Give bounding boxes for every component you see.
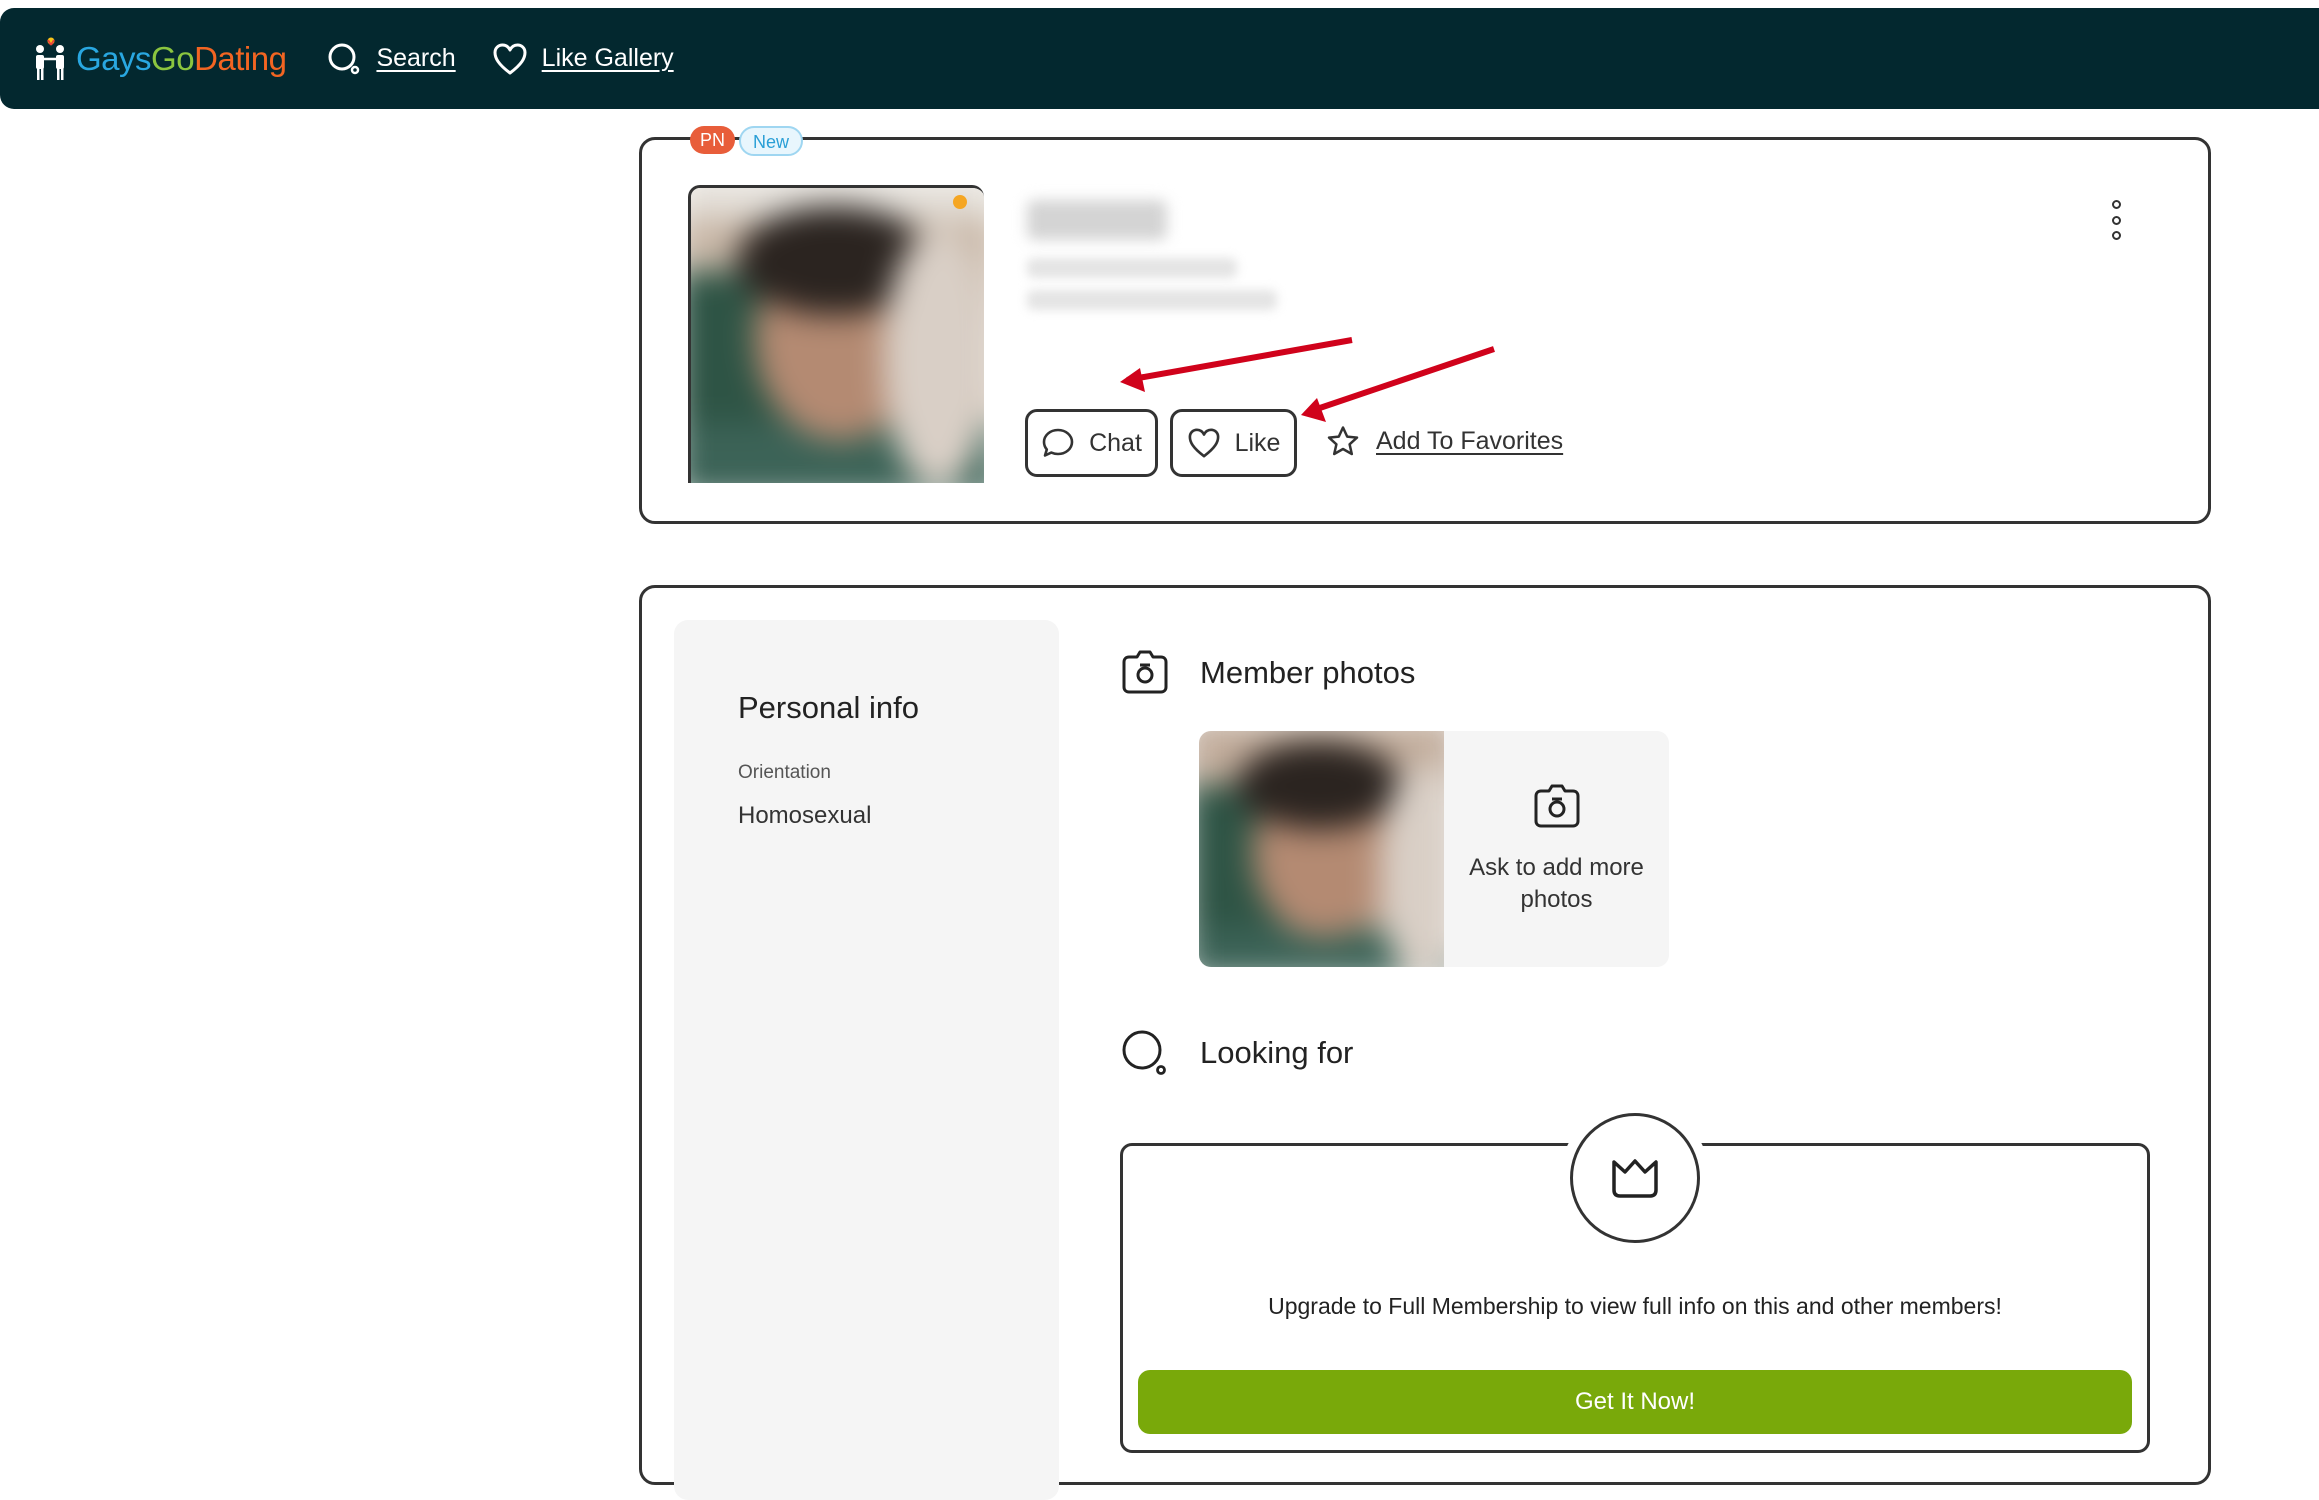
chat-bubble-icon [1042,428,1074,457]
upgrade-membership-box: Upgrade to Full Membership to view full … [1120,1113,2150,1453]
profile-details-card: Personal info Orientation Homosexual Mem… [639,585,2211,1500]
profile-avatar[interactable] [688,185,984,483]
chat-button[interactable]: Chat [1025,409,1158,477]
upgrade-message: Upgrade to Full Membership to view full … [1268,1293,2002,1319]
looking-for-title: Looking for [1200,1035,1354,1070]
crown-badge [1570,1113,1700,1243]
profile-meta-redacted [1027,258,1237,278]
nav-like-gallery-label: Like Gallery [541,44,674,72]
personal-info-title: Personal info [738,690,919,725]
nav-search-label: Search [376,44,456,72]
camera-icon [1122,650,1168,694]
logo-wordmark: GaysGoDating [76,39,287,78]
heart-icon [1188,428,1219,458]
heart-icon [493,43,527,74]
new-badge: New [739,126,804,156]
search-icon [328,43,360,74]
get-it-now-button[interactable]: Get It Now! [1138,1370,2132,1434]
annotation-arrow-like [1307,346,1495,415]
member-photos-heading: Member photos [1120,648,1415,698]
like-button-label: Like [1234,428,1281,457]
member-photos-strip: Ask to add more photos [1199,731,1669,967]
ask-more-photos-label: Ask to add more photos [1469,854,1644,913]
profile-location-redacted [1027,290,1277,310]
star-icon [1327,426,1359,456]
logo-word-dating: Dating [194,39,287,77]
top-navigation-bar: GaysGoDating Search Like Gallery [0,8,2319,109]
chat-button-label: Chat [1089,428,1142,457]
member-photo-thumbnail[interactable] [1199,731,1444,967]
add-to-favorites-label: Add To Favorites [1376,426,1564,455]
logo-word-gays: Gays [76,39,152,77]
search-icon [1122,1030,1166,1075]
ask-more-photos-tile[interactable]: Ask to add more photos [1444,731,1669,967]
like-button[interactable]: Like [1170,409,1297,477]
nav-search-link[interactable]: Search [326,41,456,77]
camera-icon [1534,784,1579,828]
profile-summary-card: PN New Chat Like Add To Favorites [639,126,2211,524]
annotation-arrowhead-chat [1120,368,1145,392]
profile-name-redacted [1027,200,1167,240]
member-photo-blurred [1199,731,1444,967]
personal-info-panel: Personal info Orientation Homosexual [674,620,1059,1500]
site-logo[interactable]: GaysGoDating [30,29,287,89]
nav-like-gallery-link[interactable]: Like Gallery [492,42,674,76]
crown-icon [1612,1159,1658,1198]
pn-badge: PN [690,126,736,154]
looking-for-heading: Looking for [1120,1028,1353,1078]
kebab-menu-icon[interactable] [2106,200,2126,240]
logo-word-go: Go [151,39,195,77]
profile-badges: PN New [690,126,804,156]
orientation-label: Orientation [738,762,831,783]
annotation-arrowhead-like [1301,398,1326,422]
member-photos-title: Member photos [1200,655,1416,690]
annotation-arrow-chat [1126,337,1353,383]
get-it-now-label: Get It Now! [1574,1388,1696,1415]
logo-figures-icon [36,37,64,80]
online-status-dot [953,195,967,209]
add-to-favorites-link[interactable]: Add To Favorites [1326,425,1563,457]
avatar-photo-blurred [691,188,984,483]
orientation-value: Homosexual [738,802,872,829]
